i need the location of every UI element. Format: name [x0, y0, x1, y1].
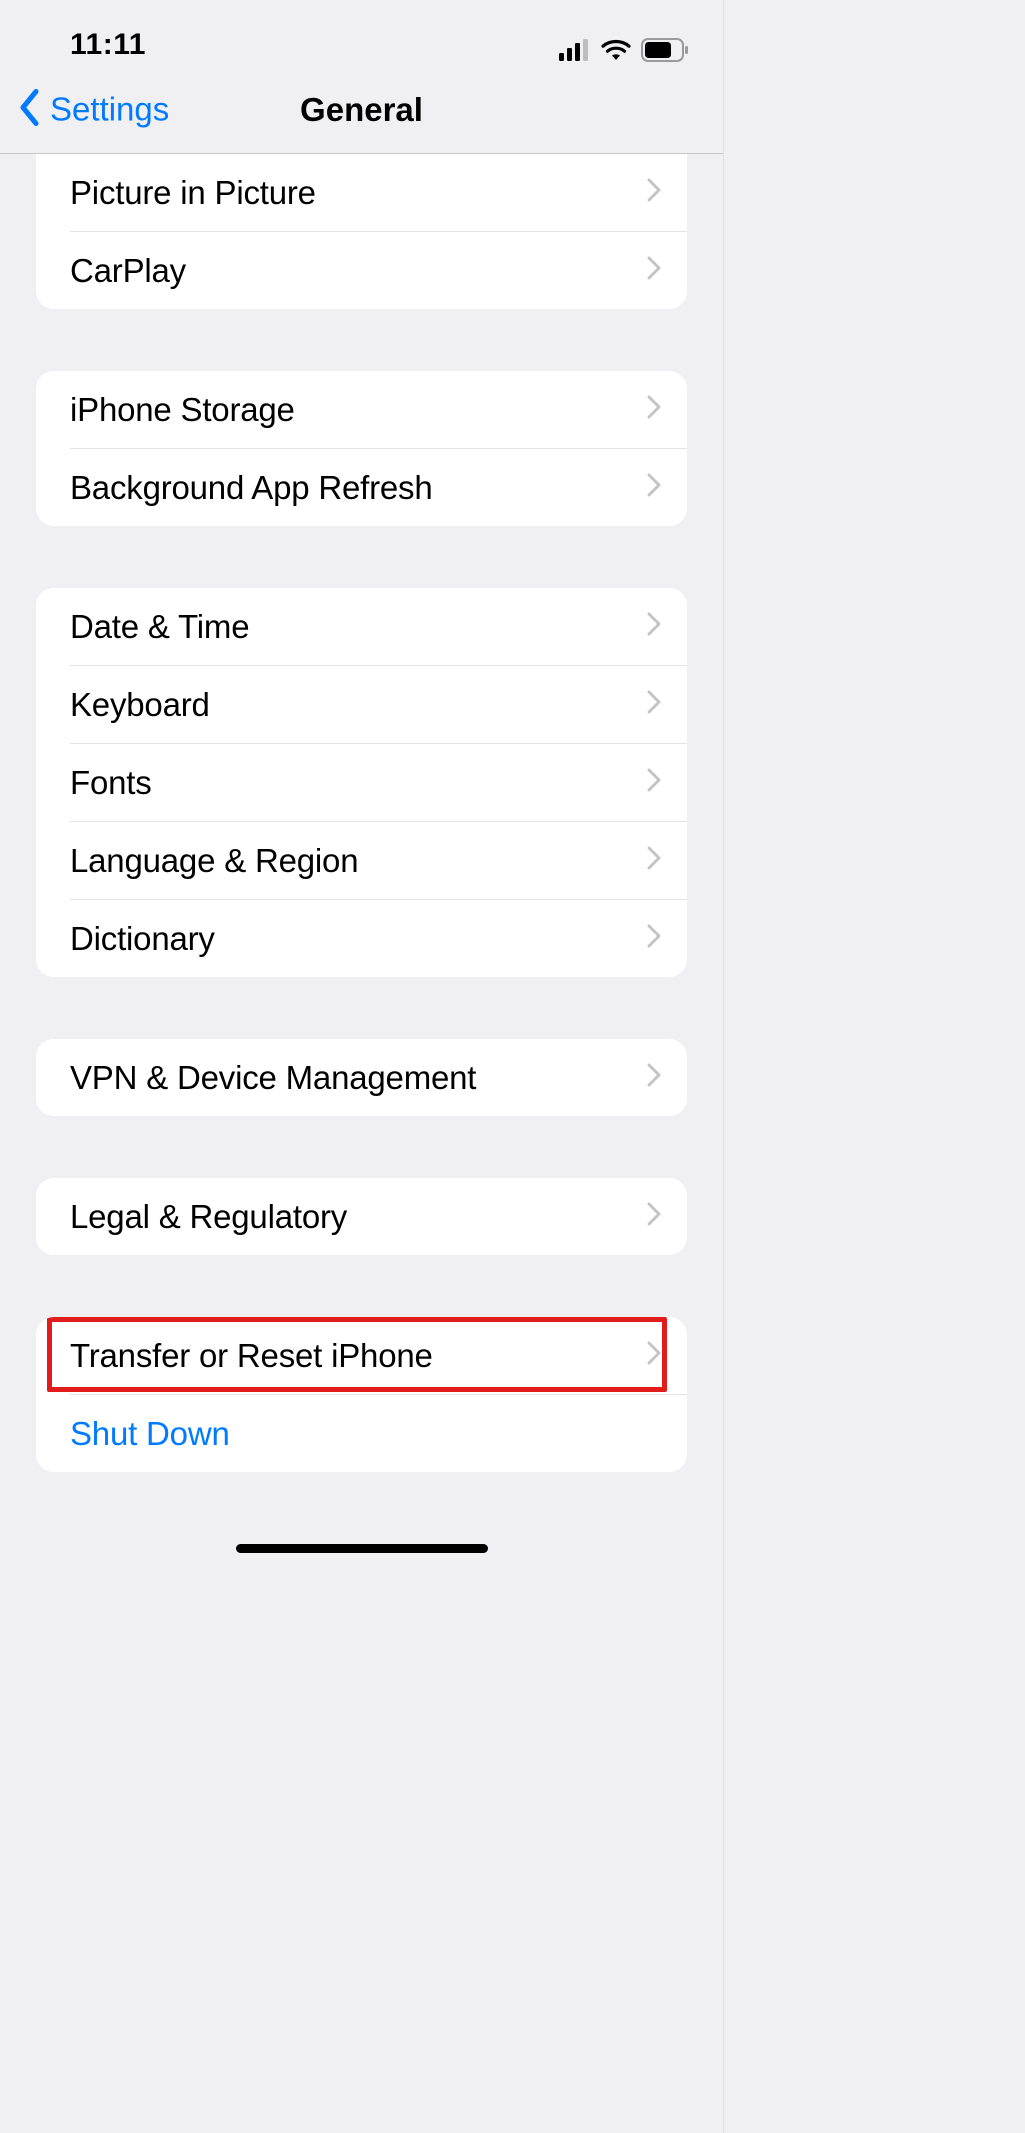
page-title: General: [300, 91, 423, 129]
wifi-icon: [601, 39, 631, 61]
row-label: Dictionary: [70, 920, 215, 958]
settings-group: Legal & Regulatory: [36, 1178, 687, 1255]
settings-group: Date & Time Keyboard Fonts Language & Re…: [36, 588, 687, 977]
row-label: CarPlay: [70, 252, 186, 290]
back-label: Settings: [50, 91, 169, 129]
row-transfer-or-reset-iphone[interactable]: Transfer or Reset iPhone: [36, 1317, 687, 1394]
row-label: Keyboard: [70, 686, 210, 724]
row-label: Transfer or Reset iPhone: [70, 1337, 433, 1375]
chevron-right-icon: [647, 612, 661, 641]
row-label: Fonts: [70, 764, 152, 802]
chevron-right-icon: [647, 846, 661, 875]
battery-icon: [641, 38, 689, 62]
row-label: Picture in Picture: [70, 174, 316, 212]
row-label: iPhone Storage: [70, 391, 295, 429]
row-date-time[interactable]: Date & Time: [36, 588, 687, 665]
chevron-right-icon: [647, 178, 661, 207]
back-button[interactable]: Settings: [18, 88, 169, 131]
chevron-right-icon: [647, 1202, 661, 1231]
chevron-right-icon: [647, 1341, 661, 1370]
status-bar: 11:11: [0, 0, 723, 66]
row-fonts[interactable]: Fonts: [36, 744, 687, 821]
row-label: Shut Down: [70, 1415, 230, 1453]
chevron-right-icon: [647, 690, 661, 719]
row-language-region[interactable]: Language & Region: [36, 822, 687, 899]
status-time: 11:11: [34, 28, 146, 62]
chevron-right-icon: [647, 924, 661, 953]
phone-frame: 11:11: [0, 0, 724, 2133]
row-picture-in-picture[interactable]: Picture in Picture: [36, 154, 687, 231]
nav-bar: Settings General: [0, 66, 723, 154]
row-label: Background App Refresh: [70, 469, 433, 507]
row-label: VPN & Device Management: [70, 1059, 476, 1097]
chevron-left-icon: [18, 88, 40, 131]
row-label: Legal & Regulatory: [70, 1198, 347, 1236]
row-iphone-storage[interactable]: iPhone Storage: [36, 371, 687, 448]
chevron-right-icon: [647, 256, 661, 285]
row-carplay[interactable]: CarPlay: [36, 232, 687, 309]
settings-group: VPN & Device Management: [36, 1039, 687, 1116]
settings-group: iPhone Storage Background App Refresh: [36, 371, 687, 526]
settings-group: Transfer or Reset iPhone Shut Down: [36, 1317, 687, 1472]
row-label: Date & Time: [70, 608, 249, 646]
chevron-right-icon: [647, 768, 661, 797]
cellular-icon: [559, 39, 591, 61]
row-vpn-device-management[interactable]: VPN & Device Management: [36, 1039, 687, 1116]
chevron-right-icon: [647, 1063, 661, 1092]
chevron-right-icon: [647, 473, 661, 502]
row-keyboard[interactable]: Keyboard: [36, 666, 687, 743]
row-legal-regulatory[interactable]: Legal & Regulatory: [36, 1178, 687, 1255]
row-background-app-refresh[interactable]: Background App Refresh: [36, 449, 687, 526]
home-indicator: [236, 1544, 488, 1553]
settings-group: Picture in Picture CarPlay: [36, 154, 687, 309]
row-label: Language & Region: [70, 842, 358, 880]
chevron-right-icon: [647, 395, 661, 424]
status-icons: [559, 38, 689, 62]
row-dictionary[interactable]: Dictionary: [36, 900, 687, 977]
row-shut-down[interactable]: Shut Down: [36, 1395, 687, 1472]
